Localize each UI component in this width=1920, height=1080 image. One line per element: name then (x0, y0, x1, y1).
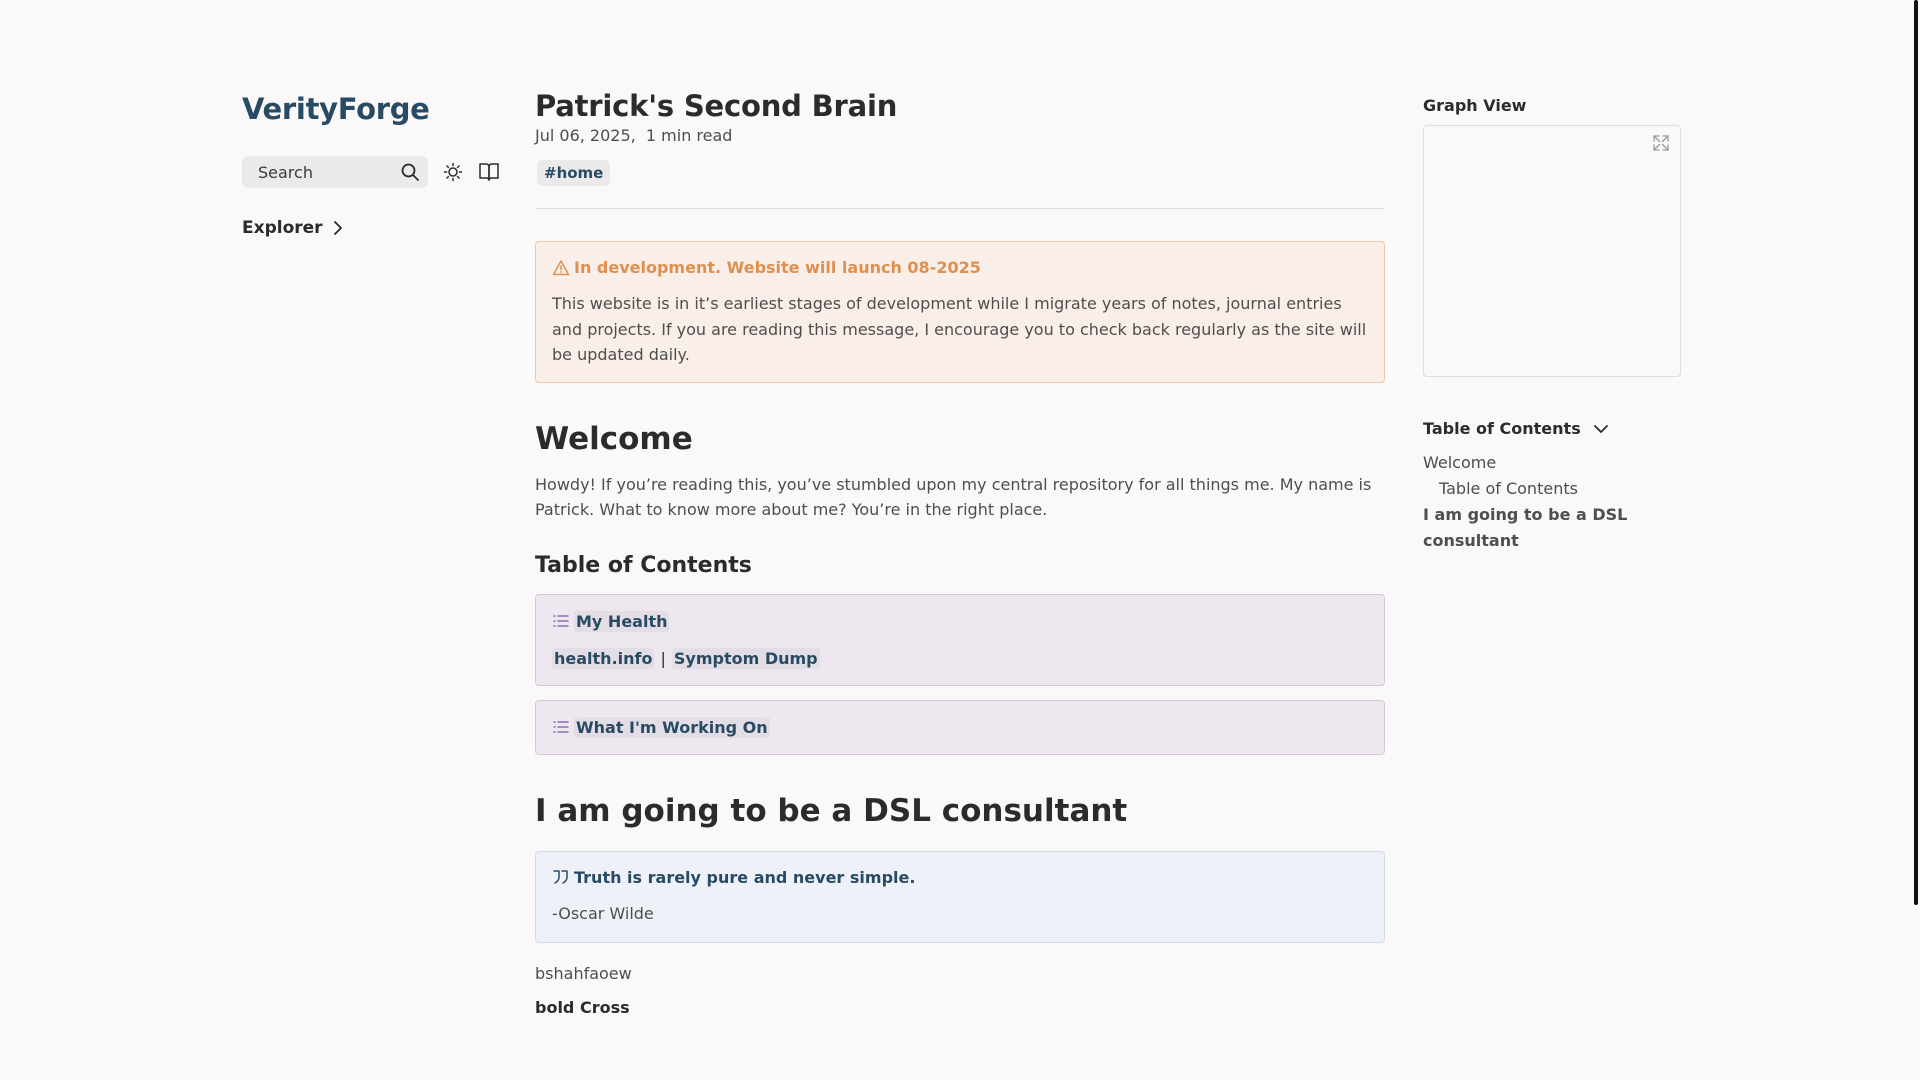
dsl-heading: I am going to be a DSL consultant (535, 792, 1128, 829)
warning-body: This website is in it’s earliest stages … (552, 294, 1367, 364)
search-label: Search (258, 162, 313, 182)
warning-icon (552, 259, 570, 275)
scrollbar[interactable] (1912, 0, 1920, 1080)
health-info-link[interactable]: health.info (552, 647, 655, 669)
explorer-label: Explorer (242, 218, 323, 238)
warning-callout: In development. Website will launch 08-2… (535, 241, 1385, 383)
bold-text: bold Cross (535, 998, 630, 1017)
symptom-dump-link[interactable]: Symptom Dump (671, 647, 820, 669)
graph-view-title: Graph View (1423, 96, 1527, 115)
toc-heading: Table of Contents (535, 552, 752, 578)
tag-home[interactable]: #home (537, 160, 611, 186)
quote-text: Truth is rarely pure and never simple. (574, 867, 916, 887)
chevron-down-icon (1593, 424, 1608, 433)
sun-icon (443, 162, 463, 182)
link-separator: | (660, 648, 666, 668)
toolbar: Search (242, 156, 502, 188)
toc-item-dsl-consultant[interactable]: I am going to be a DSL consultant (1423, 502, 1681, 554)
quote-callout: Truth is rarely pure and never simple. -… (535, 850, 1385, 943)
page-meta: Jul 06, 2025, 1 min read (535, 126, 733, 145)
list-icon (553, 721, 569, 733)
quote-author: -Oscar Wilde (552, 903, 654, 923)
search-button[interactable]: Search (242, 156, 428, 188)
body-text: bshahfaoew (535, 964, 632, 983)
welcome-heading: Welcome (535, 420, 693, 457)
scrollbar-thumb[interactable] (1914, 0, 1918, 905)
working-on-callout: What I'm Working On (535, 699, 1385, 755)
chevron-right-icon (333, 221, 342, 235)
read-time: 1 min read (645, 126, 733, 145)
warning-callout-title: In development. Website will launch 08-2… (552, 258, 1368, 277)
quote-icon (553, 870, 568, 884)
toc-toggle[interactable]: Table of Contents (1423, 419, 1681, 438)
page-title: Patrick's Second Brain (535, 89, 898, 123)
my-health-link[interactable]: My Health (574, 610, 670, 632)
toc-list: Welcome Table of Contents I am going to … (1423, 450, 1681, 554)
toc-title: Table of Contents (1423, 419, 1581, 438)
main-content: Patrick's Second Brain Jul 06, 2025, 1 m… (535, 89, 1385, 1020)
working-on-callout-title: What I'm Working On (552, 716, 1368, 738)
expand-icon[interactable] (1652, 134, 1670, 152)
quote-callout-title: Truth is rarely pure and never simple. (552, 868, 1368, 887)
toc-item-welcome[interactable]: Welcome (1423, 450, 1681, 476)
reader-mode-button[interactable] (478, 161, 500, 183)
left-sidebar: VerityForge Search Explorer (242, 92, 502, 238)
welcome-text: Howdy! If you’re reading this, you’ve st… (535, 474, 1372, 519)
my-health-callout-title: My Health (552, 610, 1368, 632)
toc-item-table-of-contents[interactable]: Table of Contents (1423, 476, 1681, 502)
site-title[interactable]: VerityForge (242, 92, 502, 126)
divider (535, 208, 1385, 209)
working-on-link[interactable]: What I'm Working On (574, 716, 770, 738)
right-sidebar: Graph View Table of Contents Welcome Tab… (1423, 96, 1681, 554)
explorer-toggle[interactable]: Explorer (242, 218, 502, 238)
search-icon (401, 163, 419, 181)
book-icon (479, 163, 499, 181)
theme-toggle-button[interactable] (442, 161, 464, 183)
health-links: health.info | Symptom Dump (552, 647, 1368, 669)
graph-view[interactable] (1423, 125, 1681, 377)
warning-title-text: In development. Website will launch 08-2… (574, 258, 981, 277)
list-icon (553, 615, 569, 627)
my-health-callout: My Health health.info | Symptom Dump (535, 593, 1385, 686)
page-date: Jul 06, 2025 (535, 126, 631, 145)
